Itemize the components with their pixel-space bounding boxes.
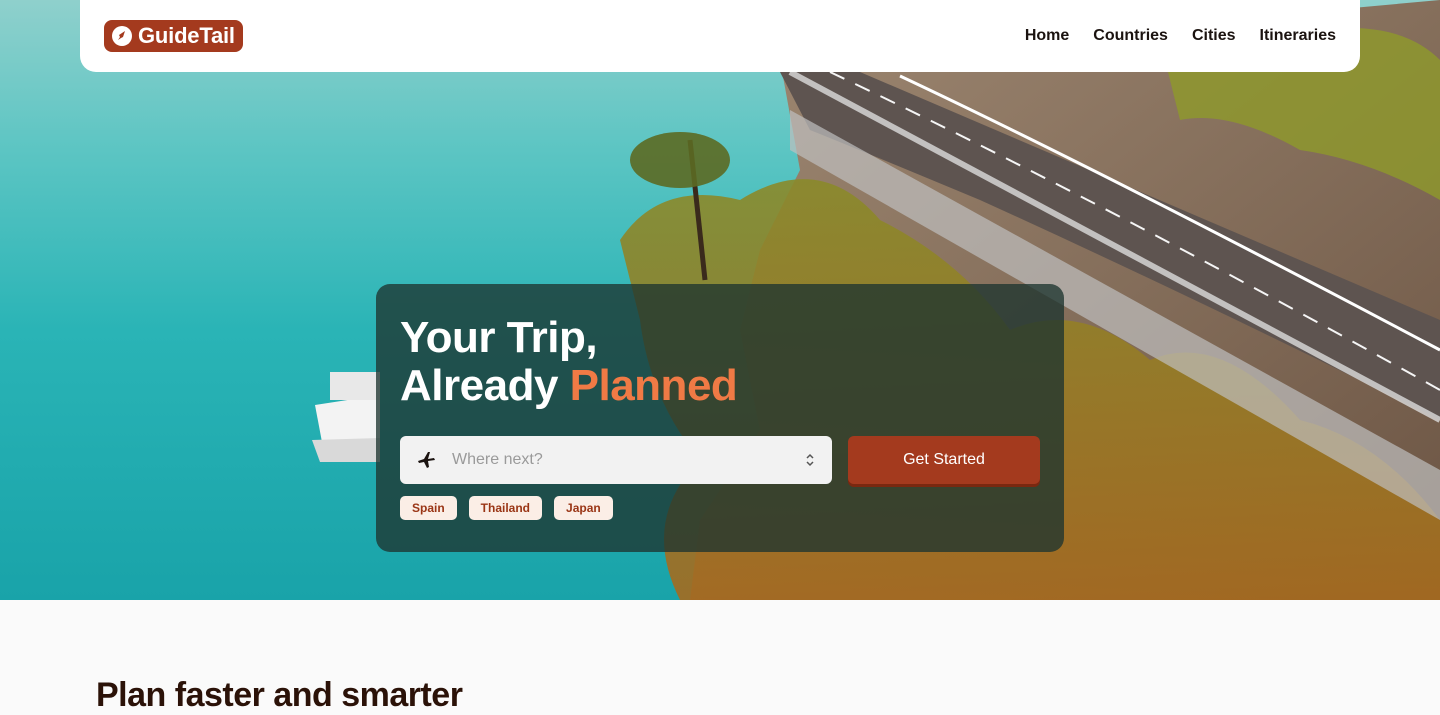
top-navbar: GuideTail Home Countries Cities Itinerar… — [80, 0, 1360, 72]
search-row: Get Started — [400, 436, 1040, 484]
chevron-updown-icon — [806, 453, 814, 467]
plane-icon — [418, 452, 435, 468]
rocket-icon — [112, 26, 132, 46]
chip-thailand[interactable]: Thailand — [468, 496, 543, 520]
nav-itineraries[interactable]: Itineraries — [1260, 27, 1336, 45]
chip-japan[interactable]: Japan — [554, 496, 613, 520]
get-started-button[interactable]: Get Started — [848, 436, 1040, 484]
brand-logo[interactable]: GuideTail — [104, 20, 243, 52]
nav-cities[interactable]: Cities — [1192, 27, 1236, 45]
hero-headline: Your Trip, Already Planned — [400, 314, 1040, 410]
destination-input[interactable] — [452, 451, 804, 469]
destination-select[interactable] — [400, 436, 832, 484]
suggestion-chips: Spain Thailand Japan — [400, 496, 613, 520]
headline-accent: Planned — [569, 361, 738, 410]
headline-line-1: Your Trip, — [400, 313, 598, 362]
nav-countries[interactable]: Countries — [1093, 27, 1168, 45]
brand-name: GuideTail — [138, 23, 235, 48]
main-nav: Home Countries Cities Itineraries — [1025, 27, 1336, 45]
nav-home[interactable]: Home — [1025, 27, 1069, 45]
chip-spain[interactable]: Spain — [400, 496, 457, 520]
section-heading: Plan faster and smarter — [96, 676, 463, 714]
headline-line-2: Already — [400, 361, 570, 410]
hero-card: Your Trip, Already Planned Get Started S… — [376, 284, 1064, 552]
